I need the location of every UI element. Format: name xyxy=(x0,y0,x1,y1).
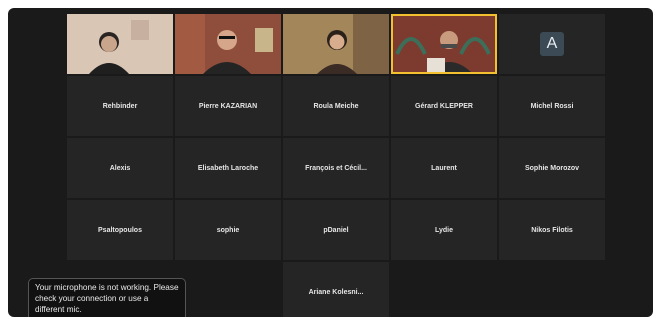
participant-tile[interactable]: Ariane Kolesni... xyxy=(283,262,389,317)
mic-warning-text: Your microphone is not working. Please c… xyxy=(35,283,179,314)
participant-video xyxy=(67,14,173,74)
participant-tile[interactable]: Lydie xyxy=(391,200,497,260)
empty-slot xyxy=(175,262,281,317)
participant-name: Lydie xyxy=(434,226,454,234)
participant-tile[interactable]: Psaltopoulos xyxy=(67,200,173,260)
participant-tile-avatar[interactable]: A xyxy=(499,14,605,74)
participant-grid: A Rehbinder Pierre KAZARIAN Roula Meiche… xyxy=(67,14,605,317)
participant-name: Nikos Filotis xyxy=(531,226,573,234)
participant-tile[interactable]: Gérard KLEPPER xyxy=(391,76,497,136)
participant-video xyxy=(175,14,281,74)
participant-video xyxy=(283,14,389,74)
participant-name: pDaniel xyxy=(323,226,349,234)
participant-tile[interactable]: Pierre KAZARIAN xyxy=(175,76,281,136)
participant-name: Ariane Kolesni... xyxy=(308,288,364,296)
participant-tile[interactable]: Michel Rossi xyxy=(499,76,605,136)
participant-tile[interactable]: pDaniel xyxy=(283,200,389,260)
video-tile-3[interactable] xyxy=(283,14,389,74)
avatar: A xyxy=(540,32,564,56)
participant-name: Sophie Morozov xyxy=(524,164,580,172)
participant-video xyxy=(393,16,495,72)
participant-name: Michel Rossi xyxy=(530,102,574,110)
meeting-gallery: A Rehbinder Pierre KAZARIAN Roula Meiche… xyxy=(8,8,653,317)
participant-name: Roula Meiche xyxy=(313,102,359,110)
participant-name: Rehbinder xyxy=(102,102,138,110)
participant-tile[interactable]: Nikos Filotis xyxy=(499,200,605,260)
participant-tile[interactable]: sophie xyxy=(175,200,281,260)
participant-name: Pierre KAZARIAN xyxy=(198,102,258,110)
video-tile-1[interactable] xyxy=(67,14,173,74)
participant-name: Psaltopoulos xyxy=(98,226,142,234)
participant-name: Elisabeth Laroche xyxy=(197,164,259,172)
participant-tile[interactable]: Sophie Morozov xyxy=(499,138,605,198)
participant-tile[interactable]: Elisabeth Laroche xyxy=(175,138,281,198)
participant-name: Gérard KLEPPER xyxy=(415,102,473,110)
participant-name: Alexis xyxy=(109,164,131,172)
participant-tile[interactable]: Laurent xyxy=(391,138,497,198)
mic-warning-toast[interactable]: Your microphone is not working. Please c… xyxy=(28,278,186,317)
video-tile-4-active-speaker[interactable] xyxy=(391,14,497,74)
video-tile-2[interactable] xyxy=(175,14,281,74)
participant-name: Laurent xyxy=(431,164,457,172)
participant-tile[interactable]: Alexis xyxy=(67,138,173,198)
participant-tile[interactable]: Roula Meiche xyxy=(283,76,389,136)
participant-name: François et Cécil... xyxy=(305,164,367,172)
participant-tile[interactable]: Rehbinder xyxy=(67,76,173,136)
participant-tile[interactable]: François et Cécil... xyxy=(283,138,389,198)
participant-name: sophie xyxy=(216,226,240,234)
